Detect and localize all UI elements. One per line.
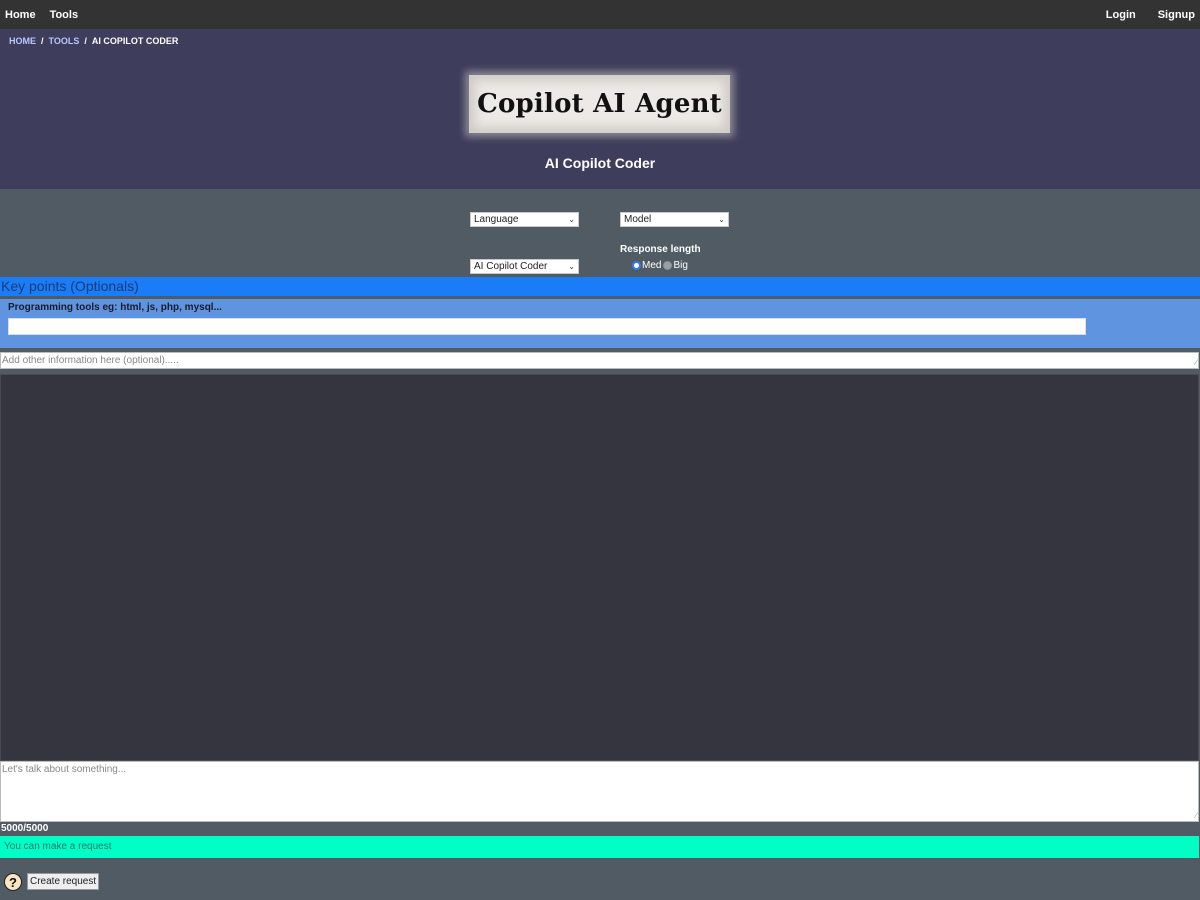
hero-section: HOME / TOOLS / AI COPILOT CODER Copilot … [0,29,1200,190]
programming-tools-panel: Programming tools eg: html, js, php, mys… [0,299,1200,348]
response-output [0,374,1199,761]
model-select[interactable]: Model ⌄ [620,212,729,227]
breadcrumb-tools[interactable]: TOOLS [49,36,80,46]
breadcrumb-home[interactable]: HOME [9,36,36,46]
logo-banner: Copilot AI Agent [469,75,730,133]
response-length-label: Response length [620,244,701,255]
radio-med-label: Med [642,260,662,271]
nav-right: Login Signup [1084,9,1195,21]
model-select-value: Model [624,214,652,225]
page-title: AI Copilot Coder [544,155,656,171]
chevron-down-icon: ⌄ [718,215,725,224]
breadcrumb-current: AI COPILOT CODER [91,36,179,46]
tool-select-value: AI Copilot Coder [474,261,548,272]
nav-tools-link[interactable]: Tools [50,9,79,21]
help-icon[interactable]: ? [4,873,22,891]
logo-text: Copilot AI Agent [477,89,722,119]
top-nav: Home Tools Login Signup [0,0,1200,29]
other-info-input[interactable]: Add other information here (optional)...… [0,352,1199,369]
nav-left: Home Tools [5,9,92,21]
programming-tools-label: Programming tools eg: html, js, php, mys… [8,302,222,313]
programming-tools-input[interactable] [8,318,1086,335]
radio-big-label: Big [673,260,688,271]
breadcrumb-separator: / [41,36,44,46]
chevron-down-icon: ⌄ [568,215,575,224]
status-bar: You can make a request [0,836,1199,858]
radio-big[interactable] [663,261,673,270]
radio-med[interactable] [632,261,641,270]
nav-signup-link[interactable]: Signup [1158,9,1195,21]
create-request-button[interactable]: Create request [27,873,100,890]
character-counter: 5000/5000 [1,823,49,834]
language-select[interactable]: Language ⌄ [470,212,579,227]
other-info-placeholder: Add other information here (optional)...… [2,355,179,366]
language-select-value: Language [474,214,519,225]
resize-handle-icon[interactable]: ∕ [1196,358,1197,367]
keypoints-header[interactable]: Key points (Optionals) [0,277,1200,296]
breadcrumb: HOME / TOOLS / AI COPILOT CODER [9,36,178,46]
chat-placeholder: Let's talk about something... [2,764,127,775]
breadcrumb-separator: / [84,36,87,46]
tool-select[interactable]: AI Copilot Coder ⌄ [470,259,579,274]
response-length-radios: Med Big [632,260,690,271]
nav-login-link[interactable]: Login [1106,9,1136,21]
resize-handle-icon[interactable]: ∕ [1196,811,1197,820]
nav-home-link[interactable]: Home [5,9,36,21]
chevron-down-icon: ⌄ [568,262,575,271]
chat-input[interactable]: Let's talk about something... ∕ [0,761,1199,822]
